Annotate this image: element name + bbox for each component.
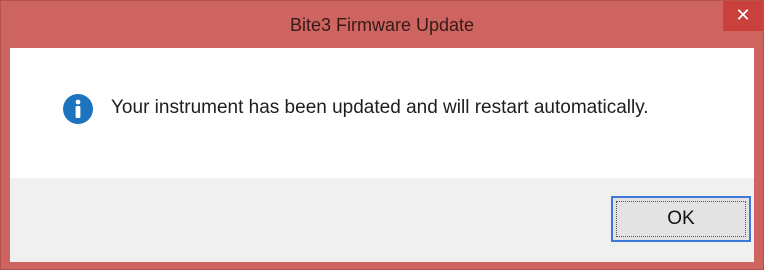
title-bar[interactable]: Bite3 Firmware Update ✕ [1,1,763,47]
close-button[interactable]: ✕ [723,1,763,31]
close-icon: ✕ [735,5,751,26]
dialog-content: Your instrument has been updated and wil… [10,48,754,262]
ok-button[interactable]: OK [611,196,751,242]
message-area: Your instrument has been updated and wil… [10,48,754,178]
focus-rectangle [616,201,746,237]
button-bar: OK [10,178,754,262]
info-icon [63,94,93,124]
window-title: Bite3 Firmware Update [289,15,475,35]
message-dialog: Bite3 Firmware Update ✕ Your instrument … [0,0,764,270]
message-text: Your instrument has been updated and wil… [111,97,649,118]
